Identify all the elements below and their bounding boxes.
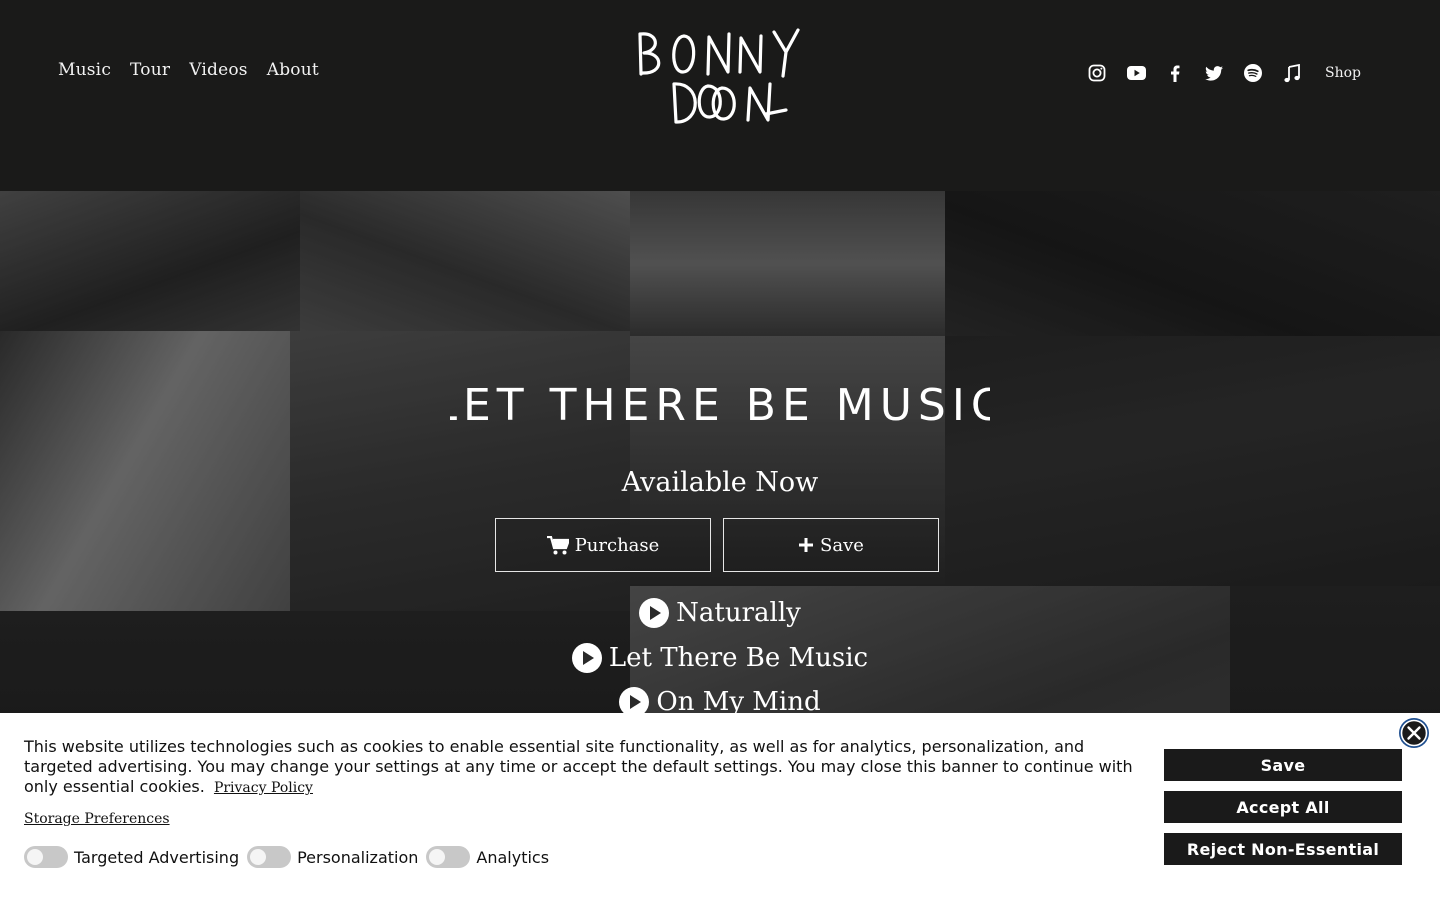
- instagram-icon[interactable]: [1086, 62, 1108, 84]
- track-title: Naturally: [676, 598, 801, 628]
- play-icon[interactable]: [571, 643, 602, 673]
- privacy-policy-link[interactable]: Privacy Policy: [214, 780, 313, 796]
- bonny-doon-logo[interactable]: [636, 22, 802, 128]
- nav-about[interactable]: About: [267, 60, 319, 80]
- track-item[interactable]: Naturally: [0, 598, 1440, 628]
- storage-preferences-link[interactable]: Storage Preferences: [24, 811, 170, 827]
- close-icon[interactable]: [1398, 717, 1430, 749]
- facebook-icon[interactable]: [1164, 62, 1186, 84]
- purchase-label: Purchase: [574, 534, 660, 556]
- purchase-button[interactable]: Purchase: [495, 518, 711, 572]
- twitter-icon[interactable]: [1203, 62, 1225, 84]
- accept-all-button[interactable]: Accept All: [1164, 791, 1402, 823]
- track-title: Let There Be Music: [608, 643, 869, 673]
- album-title: LET THERE BE MUSIC: [450, 380, 990, 431]
- personalization-toggle[interactable]: [247, 846, 292, 868]
- main-nav: Music Tour Videos About: [58, 60, 338, 80]
- site-header: Music Tour Videos About Shop: [0, 0, 1440, 191]
- nav-tour[interactable]: Tour: [130, 60, 170, 80]
- analytics-toggle[interactable]: [426, 846, 471, 868]
- targeted-advertising-toggle[interactable]: [24, 846, 68, 868]
- shop-link[interactable]: Shop: [1325, 65, 1361, 81]
- cookie-message: This website utilizes technologies such …: [24, 737, 1144, 798]
- spotify-icon[interactable]: [1242, 62, 1264, 84]
- cart-icon: [546, 535, 569, 554]
- save-label: Save: [820, 534, 864, 556]
- track-item[interactable]: Let There Be Music: [0, 643, 1440, 673]
- save-button[interactable]: Save: [723, 518, 939, 572]
- toggle-label: Targeted Advertising: [74, 847, 240, 867]
- cookie-banner: This website utilizes technologies such …: [0, 713, 1440, 900]
- availability-heading: Available Now: [621, 467, 819, 498]
- toggle-label: Analytics: [476, 847, 550, 867]
- toggle-label: Personalization: [297, 847, 419, 867]
- reject-non-essential-button[interactable]: Reject Non-Essential: [1164, 833, 1402, 865]
- cookie-save-button[interactable]: Save: [1164, 749, 1402, 781]
- nav-videos[interactable]: Videos: [189, 60, 248, 80]
- svg-text:LET THERE BE MUSIC: LET THERE BE MUSIC: [450, 380, 990, 431]
- cookie-toggles: Targeted Advertising Personalization Ana…: [24, 846, 557, 868]
- nav-music[interactable]: Music: [58, 60, 111, 80]
- music-note-icon[interactable]: [1281, 62, 1303, 84]
- social-links: Shop: [1086, 62, 1361, 84]
- play-icon[interactable]: [639, 598, 670, 628]
- youtube-icon[interactable]: [1125, 62, 1147, 84]
- cookie-message-text: This website utilizes technologies such …: [24, 737, 1133, 796]
- plus-icon: [799, 538, 814, 552]
